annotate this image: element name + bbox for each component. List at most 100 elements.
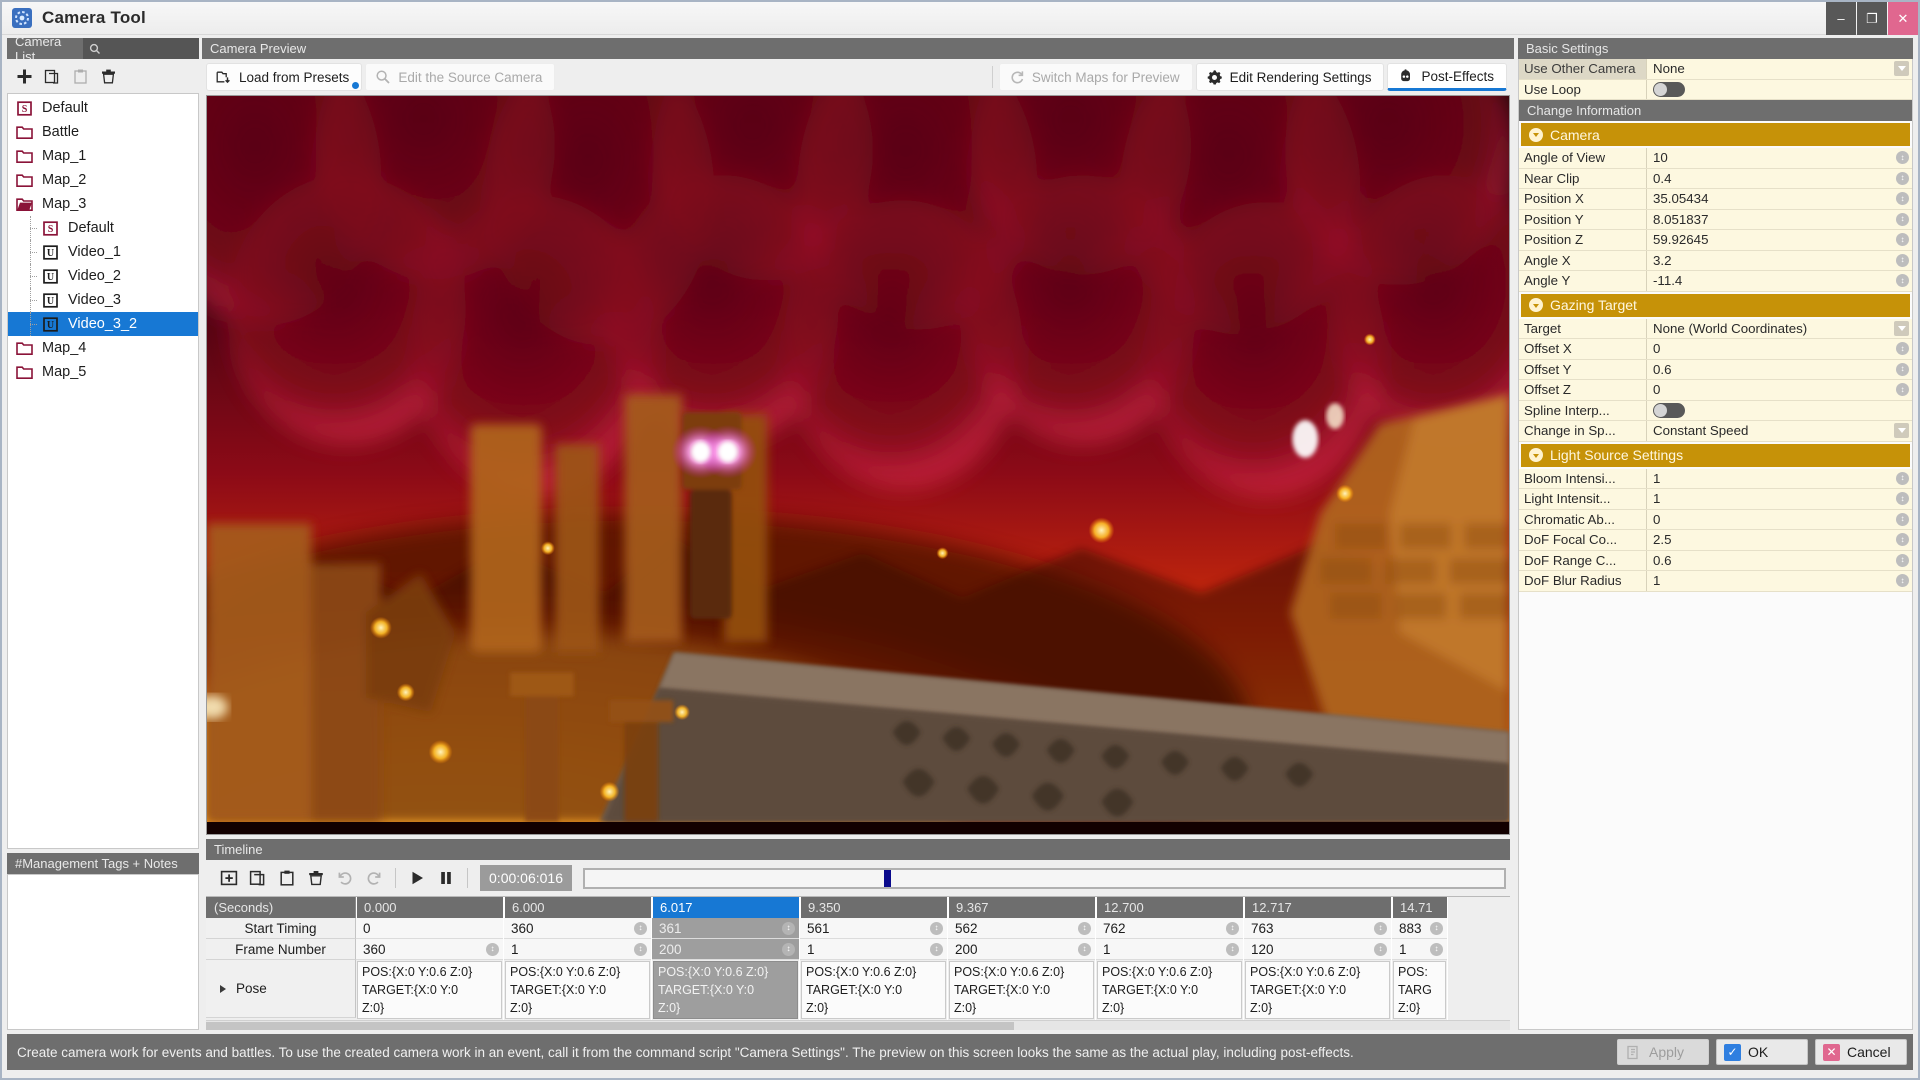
- setting-value-cell[interactable]: 59.92645 ↕: [1647, 230, 1912, 250]
- stepper-icon[interactable]: ↕: [1896, 471, 1909, 485]
- stepper-icon[interactable]: ↕: [634, 942, 647, 956]
- keyframe-frame-number[interactable]: 1 ↕: [1096, 939, 1243, 960]
- keyframe-start-timing[interactable]: 561 ↕: [800, 918, 947, 939]
- keyframe-time[interactable]: 0.000: [356, 897, 503, 918]
- minimize-button[interactable]: –: [1826, 2, 1856, 35]
- stepper-icon[interactable]: ↕: [1896, 512, 1909, 526]
- setting-value-cell[interactable]: 1 ↕: [1647, 489, 1912, 509]
- keyframe-frame-number[interactable]: 1 ↕: [800, 939, 947, 960]
- apply-button[interactable]: Apply: [1617, 1039, 1709, 1065]
- stepper-icon[interactable]: ↕: [1896, 342, 1909, 356]
- setting-row-offset-y[interactable]: Offset Y 0.6 ↕: [1519, 359, 1912, 380]
- pause-button[interactable]: [433, 865, 459, 891]
- camera-tree-item-default[interactable]: S Default: [8, 96, 198, 120]
- ok-button[interactable]: ✓ OK: [1716, 1039, 1808, 1065]
- chevron-down-icon[interactable]: [1894, 320, 1909, 336]
- stepper-icon[interactable]: ↕: [1896, 233, 1909, 247]
- keyframe-time[interactable]: 6.000: [504, 897, 651, 918]
- setting-row-angle-y[interactable]: Angle Y -11.4 ↕: [1519, 271, 1912, 292]
- setting-row-position-x[interactable]: Position X 35.05434 ↕: [1519, 189, 1912, 210]
- settings-category-gazing-target[interactable]: Gazing Target: [1521, 293, 1910, 317]
- keyframe-column[interactable]: 12.717 763 ↕ 120 ↕ POS:{X:0 Y:0.6 Z:0} TARGET…: [1244, 897, 1392, 1020]
- keyframe-start-timing[interactable]: 360 ↕: [504, 918, 651, 939]
- stepper-icon[interactable]: ↕: [1896, 533, 1909, 547]
- stepper-icon[interactable]: ↕: [1896, 553, 1909, 567]
- paste-keyframe-button[interactable]: [274, 865, 300, 891]
- keyframe-time[interactable]: 9.367: [948, 897, 1095, 918]
- undo-button[interactable]: [361, 865, 387, 891]
- stepper-icon[interactable]: ↕: [1896, 383, 1909, 397]
- setting-row-offset-x[interactable]: Offset X 0 ↕: [1519, 339, 1912, 360]
- stepper-icon[interactable]: ↕: [1896, 212, 1909, 226]
- setting-value-cell[interactable]: 0.6 ↕: [1647, 359, 1912, 379]
- keyframe-pose-cell[interactable]: POS:{X:0 Y:0.6 Z:0} TARGET:{X:0 Y:0 Z:0}: [653, 961, 798, 1019]
- setting-row-dof-blur-radius[interactable]: DoF Blur Radius 1 ↕: [1519, 571, 1912, 592]
- setting-value-cell[interactable]: 0.6 ↕: [1647, 550, 1912, 570]
- close-button[interactable]: ✕: [1888, 2, 1918, 35]
- camera-preview-viewport[interactable]: [206, 95, 1510, 835]
- keyframe-frame-number[interactable]: 200 ↕: [948, 939, 1095, 960]
- keyframe-time[interactable]: 9.350: [800, 897, 947, 918]
- keyframe-time[interactable]: 12.700: [1096, 897, 1243, 918]
- keyframe-columns[interactable]: 0.000 0 360 ↕ POS:{X:0 Y:0.6 Z:0} TARGET:{X:…: [356, 897, 1510, 1020]
- stepper-icon[interactable]: ↕: [1896, 253, 1909, 267]
- keyframe-time[interactable]: 14.71: [1392, 897, 1447, 918]
- use-loop-row[interactable]: Use Loop: [1519, 79, 1912, 100]
- stepper-icon[interactable]: ↕: [1896, 492, 1909, 506]
- stepper-icon[interactable]: ↕: [634, 921, 647, 935]
- stepper-icon[interactable]: ↕: [1078, 921, 1091, 935]
- keyframe-frame-number[interactable]: 120 ↕: [1244, 939, 1391, 960]
- stepper-icon[interactable]: ↕: [1896, 192, 1909, 206]
- keyframe-start-timing[interactable]: 361 ↕: [652, 918, 799, 939]
- camera-tree[interactable]: S Default Battle Map_1 Map_2 Map_3 S Default U Vi…: [7, 93, 199, 849]
- stepper-icon[interactable]: ↕: [930, 921, 943, 935]
- post-effects-button[interactable]: Post-Effects: [1387, 63, 1507, 91]
- setting-row-bloom-intensi[interactable]: Bloom Intensi... 1 ↕: [1519, 468, 1912, 489]
- stepper-icon[interactable]: ↕: [1896, 362, 1909, 376]
- camera-tree-item-map_5[interactable]: Map_5: [8, 360, 198, 384]
- stepper-icon[interactable]: ↕: [1226, 921, 1239, 935]
- setting-row-dof-range-c[interactable]: DoF Range C... 0.6 ↕: [1519, 550, 1912, 571]
- chevron-down-icon[interactable]: [1894, 423, 1909, 439]
- copy-keyframe-button[interactable]: [245, 865, 271, 891]
- setting-row-target[interactable]: Target None (World Coordinates): [1519, 318, 1912, 339]
- setting-row-change-in-sp[interactable]: Change in Sp... Constant Speed: [1519, 421, 1912, 442]
- keyframe-pose-cell[interactable]: POS: TARG Z:0}: [1393, 961, 1446, 1019]
- setting-value-cell[interactable]: 0.4 ↕: [1647, 168, 1912, 188]
- management-notes-input[interactable]: [7, 874, 199, 1030]
- play-button[interactable]: [404, 865, 430, 891]
- setting-row-position-z[interactable]: Position Z 59.92645 ↕: [1519, 230, 1912, 251]
- camera-tree-item-default[interactable]: S Default: [8, 216, 198, 240]
- setting-value-cell[interactable]: -11.4 ↕: [1647, 271, 1912, 291]
- stepper-icon[interactable]: ↕: [1078, 942, 1091, 956]
- camera-tree-item-battle[interactable]: Battle: [8, 120, 198, 144]
- stepper-icon[interactable]: ↕: [1226, 942, 1239, 956]
- keyframe-pose-cell[interactable]: POS:{X:0 Y:0.6 Z:0} TARGET:{X:0 Y:0 Z:0}: [1097, 961, 1242, 1019]
- chevron-down-icon[interactable]: [1894, 61, 1909, 77]
- setting-row-angle-x[interactable]: Angle X 3.2 ↕: [1519, 250, 1912, 271]
- stepper-icon[interactable]: ↕: [930, 942, 943, 956]
- keyframe-pose-cell[interactable]: POS:{X:0 Y:0.6 Z:0} TARGET:{X:0 Y:0 Z:0}: [505, 961, 650, 1019]
- keyframe-horizontal-scrollbar[interactable]: [206, 1020, 1510, 1030]
- keyframe-pose-cell[interactable]: POS:{X:0 Y:0.6 Z:0} TARGET:{X:0 Y:0 Z:0}: [801, 961, 946, 1019]
- add-keyframe-button[interactable]: [216, 865, 242, 891]
- setting-value-cell[interactable]: 0 ↕: [1647, 380, 1912, 400]
- setting-value-cell[interactable]: [1647, 400, 1912, 420]
- paste-camera-button[interactable]: [67, 63, 93, 89]
- setting-value-cell[interactable]: 8.051837 ↕: [1647, 209, 1912, 229]
- camera-tree-item-map_1[interactable]: Map_1: [8, 144, 198, 168]
- redo-button[interactable]: [332, 865, 358, 891]
- stepper-icon[interactable]: ↕: [782, 921, 795, 935]
- setting-value-cell[interactable]: 0 ↕: [1647, 509, 1912, 529]
- scrollbar-thumb[interactable]: [206, 1022, 1015, 1030]
- keyframe-frame-number[interactable]: 1 ↕: [504, 939, 651, 960]
- maximize-button[interactable]: ❐: [1857, 2, 1887, 35]
- setting-row-spline-interp[interactable]: Spline Interp...: [1519, 400, 1912, 421]
- delete-keyframe-button[interactable]: [303, 865, 329, 891]
- keyframe-frame-number[interactable]: 200 ↕: [652, 939, 799, 960]
- keyframe-pose-cell[interactable]: POS:{X:0 Y:0.6 Z:0} TARGET:{X:0 Y:0 Z:0}: [949, 961, 1094, 1019]
- keyframe-start-timing[interactable]: 0: [356, 918, 503, 939]
- use-loop-value-cell[interactable]: [1647, 79, 1912, 99]
- setting-value-cell[interactable]: Constant Speed: [1647, 421, 1912, 441]
- edit-rendering-settings-button[interactable]: Edit Rendering Settings: [1195, 63, 1385, 91]
